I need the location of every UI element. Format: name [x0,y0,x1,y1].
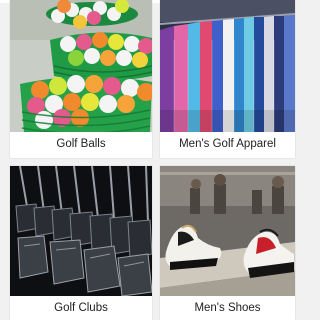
category-label: Men's Golf Apparel [160,132,295,156]
golf-shoes-image [160,166,295,296]
golf-balls-image [10,0,152,132]
category-card-golf-clubs[interactable]: Golf Clubs [10,166,152,320]
category-card-mens-shoes[interactable]: Men's Shoes [160,166,295,320]
category-label: Golf Balls [10,132,152,156]
shirts-on-rack-image [160,0,295,132]
category-label: Men's Shoes [160,296,295,320]
category-card-mens-golf-apparel[interactable]: Men's Golf Apparel [160,0,295,158]
golf-clubs-image [10,166,152,296]
category-card-golf-balls[interactable]: Golf Balls [10,0,152,158]
category-label: Golf Clubs [10,296,152,320]
